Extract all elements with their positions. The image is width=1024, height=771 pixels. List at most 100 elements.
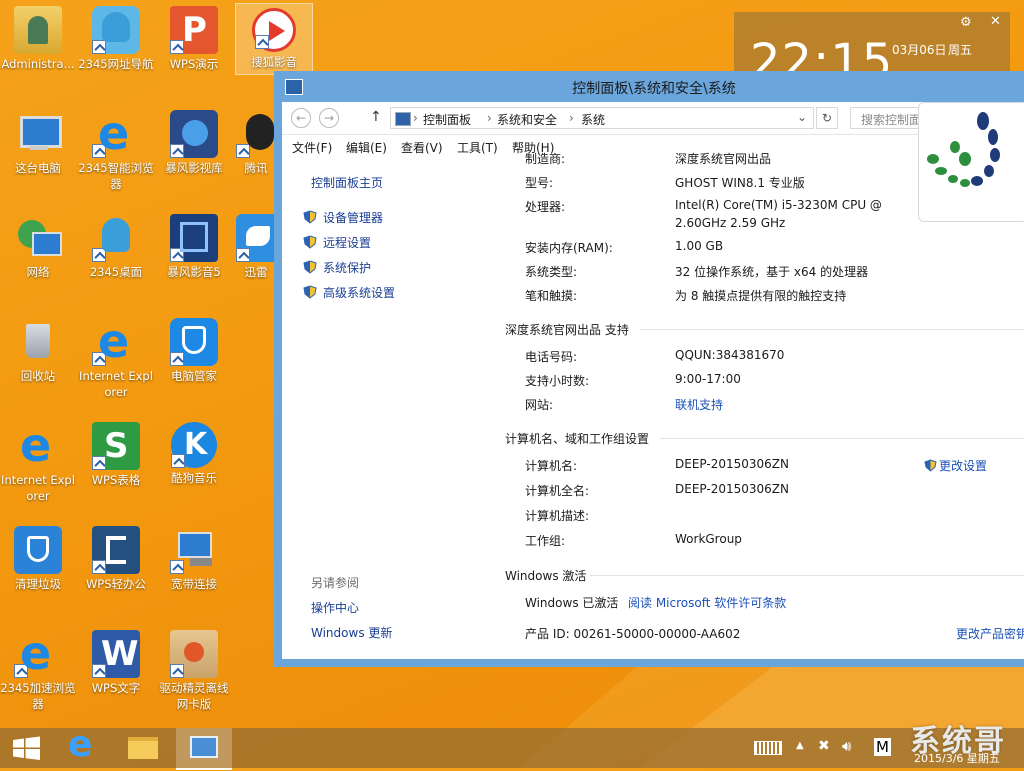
computer-icon bbox=[20, 116, 62, 148]
control-panel-home-link[interactable]: 控制面板主页 bbox=[311, 174, 383, 191]
network-computer-icon bbox=[178, 532, 212, 558]
windows-update-link[interactable]: Windows 更新 bbox=[311, 624, 392, 641]
taskbar-file-explorer[interactable] bbox=[116, 728, 172, 768]
info-value: 9:00-17:00 bbox=[675, 372, 741, 386]
change-product-key-link[interactable]: 更改产品密钥 bbox=[956, 625, 1024, 642]
folder-icon bbox=[128, 737, 158, 759]
desktop-icon-wps-presentation[interactable]: P WPS演示 bbox=[156, 0, 232, 72]
desktop-icon-administrator[interactable]: Administra... bbox=[0, 0, 76, 72]
task-advanced-settings[interactable]: 高级系统设置 bbox=[303, 284, 395, 301]
desktop-icon-2345-browser[interactable]: e 2345智能浏览器 bbox=[78, 104, 154, 192]
chevron-down-icon[interactable]: ⌄ bbox=[797, 110, 807, 124]
desktop-icon-label: 清理垃圾 bbox=[15, 577, 61, 591]
desktop-icon-clean-junk[interactable]: 清理垃圾 bbox=[0, 520, 76, 592]
info-label: 笔和触摸: bbox=[525, 289, 578, 303]
desktop-icon-label: 回收站 bbox=[20, 369, 56, 383]
taskbar-control-panel[interactable] bbox=[176, 728, 232, 770]
gear-icon[interactable]: ⚙ bbox=[960, 15, 972, 30]
user-folder-icon bbox=[28, 16, 48, 44]
desktop-icon-recycle-bin[interactable]: 回收站 bbox=[0, 312, 76, 384]
desktop-icon-ie-2[interactable]: e Internet Explorer bbox=[0, 416, 76, 504]
octopus-icon bbox=[102, 218, 130, 252]
control-panel-icon bbox=[190, 736, 218, 758]
desktop-icon-2345-accel-browser[interactable]: e 2345加速浏览器 bbox=[0, 624, 76, 712]
task-label: 远程设置 bbox=[323, 236, 372, 250]
change-settings-label: 更改设置 bbox=[939, 459, 988, 473]
activation-heading: Windows 激活 bbox=[505, 569, 587, 583]
menu-file[interactable]: 文件(F) bbox=[292, 139, 332, 156]
control-panel-icon bbox=[395, 112, 411, 126]
desktop-icon-label: 宽带连接 bbox=[171, 577, 217, 591]
network-status-icon[interactable]: ✖ bbox=[818, 738, 830, 754]
browser-e-icon: e bbox=[20, 626, 52, 680]
desktop-icon-label: 搜狐影音 bbox=[251, 55, 297, 69]
info-value-line2: 2.60GHz 2.59 GHz bbox=[675, 216, 786, 230]
desktop-icon-baofeng-library[interactable]: 暴风影视库 bbox=[156, 104, 232, 176]
task-label: 系统保护 bbox=[323, 261, 372, 275]
forward-button[interactable]: → bbox=[319, 108, 339, 128]
task-remote-settings[interactable]: 远程设置 bbox=[303, 234, 371, 251]
watermark: 系统哥 bbox=[910, 724, 1006, 759]
chevron-up-icon[interactable]: ▲ bbox=[796, 740, 804, 751]
taskbar-ie[interactable]: e bbox=[56, 724, 112, 768]
clock-weekday: 周五 bbox=[948, 43, 973, 57]
desktop-icon-wps-writer[interactable]: W WPS文字 bbox=[78, 624, 154, 696]
back-button[interactable]: ← bbox=[291, 108, 311, 128]
desktop-icon-broadband[interactable]: 宽带连接 bbox=[156, 520, 232, 592]
desktop-icon-driver-genius[interactable]: 驱动精灵离线网卡版 bbox=[156, 624, 232, 712]
ie-icon: e bbox=[98, 314, 130, 368]
desktop-icon-label: Administra... bbox=[1, 57, 75, 71]
online-support-link[interactable]: 联机支持 bbox=[675, 396, 723, 413]
play-icon bbox=[269, 21, 285, 41]
wps-w-icon: W bbox=[101, 634, 139, 674]
keyboard-icon[interactable] bbox=[754, 741, 782, 755]
wps-logo-icon bbox=[106, 536, 126, 564]
desktop-icon-this-pc[interactable]: 这台电脑 bbox=[0, 104, 76, 176]
uac-shield-icon bbox=[303, 260, 317, 274]
support-heading: 深度系统官网出品 支持 bbox=[505, 323, 629, 337]
desktop-icon-wps-spreadsheet[interactable]: S WPS表格 bbox=[78, 416, 154, 488]
desktop-icon-ie[interactable]: e Internet Explorer bbox=[78, 312, 154, 400]
up-button[interactable]: ↑ bbox=[370, 109, 382, 125]
desktop-icon-wps-light-office[interactable]: WPS轻办公 bbox=[78, 520, 154, 592]
action-center-link[interactable]: 操作中心 bbox=[311, 599, 359, 616]
menu-tools[interactable]: 工具(T) bbox=[457, 139, 498, 156]
desktop-icon-sohu-video[interactable]: 搜狐影音 bbox=[235, 3, 313, 75]
address-field[interactable]: › 控制面板 › 系统和安全 › 系统 ⌄ bbox=[390, 107, 814, 129]
task-system-protection[interactable]: 系统保护 bbox=[303, 259, 371, 276]
info-value: WorkGroup bbox=[675, 532, 742, 546]
desktop-icon-2345-navigation[interactable]: 2345网址导航 bbox=[78, 0, 154, 72]
desktop-icon-baofeng-player[interactable]: 暴风影音5 bbox=[156, 208, 232, 280]
desktop-icon-2345-desktop[interactable]: 2345桌面 bbox=[78, 208, 154, 280]
section-divider bbox=[590, 575, 1024, 576]
breadcrumb-system-security[interactable]: 系统和安全 bbox=[497, 111, 557, 128]
desktop-icon-label: WPS演示 bbox=[169, 57, 219, 71]
task-device-manager[interactable]: 设备管理器 bbox=[303, 209, 383, 226]
menu-view[interactable]: 查看(V) bbox=[401, 139, 443, 156]
window-titlebar[interactable]: 控制面板\系统和安全\系统 bbox=[274, 71, 1024, 102]
desktop-icon-network[interactable]: 网络 bbox=[0, 208, 76, 280]
ie-icon: e bbox=[68, 724, 93, 765]
window-title: 控制面板\系统和安全\系统 bbox=[572, 81, 736, 97]
octopus-icon bbox=[102, 12, 130, 42]
desktop-icon-pc-manager[interactable]: 电脑管家 bbox=[156, 312, 232, 384]
license-terms-link[interactable]: 阅读 Microsoft 软件许可条款 bbox=[628, 594, 786, 611]
desktop-icon-tencent[interactable]: 腾讯 bbox=[236, 104, 276, 176]
desktop-icon-xunlei[interactable]: 迅雷 bbox=[236, 208, 276, 280]
breadcrumb-system[interactable]: 系统 bbox=[581, 111, 605, 128]
desktop-icon-label: 网络 bbox=[26, 265, 50, 279]
menu-edit[interactable]: 编辑(E) bbox=[346, 139, 387, 156]
start-button[interactable] bbox=[0, 728, 56, 768]
info-value: GHOST WIN8.1 专业版 bbox=[675, 176, 805, 190]
breadcrumb-control-panel[interactable]: 控制面板 bbox=[423, 111, 471, 128]
system-window: 控制面板\系统和安全\系统 ← → ↑ › 控制面板 › 系统和安全 › 系统 … bbox=[274, 71, 1024, 667]
close-icon[interactable]: ✕ bbox=[990, 14, 1001, 29]
desktop-icon-label: 这台电脑 bbox=[15, 161, 61, 175]
desktop-icon-kugou[interactable]: K 酷狗音乐 bbox=[156, 416, 232, 486]
volume-icon[interactable]: 🔊︎ bbox=[842, 737, 851, 755]
change-settings-link[interactable]: 更改设置 bbox=[924, 457, 987, 475]
ime-indicator[interactable]: M bbox=[874, 738, 891, 756]
refresh-button[interactable]: ↻ bbox=[816, 107, 838, 129]
taskbar: e ▲ ✖ 🔊︎ M 2015/3/6 星期五 bbox=[0, 724, 1024, 770]
info-label: 型号: bbox=[525, 176, 554, 190]
